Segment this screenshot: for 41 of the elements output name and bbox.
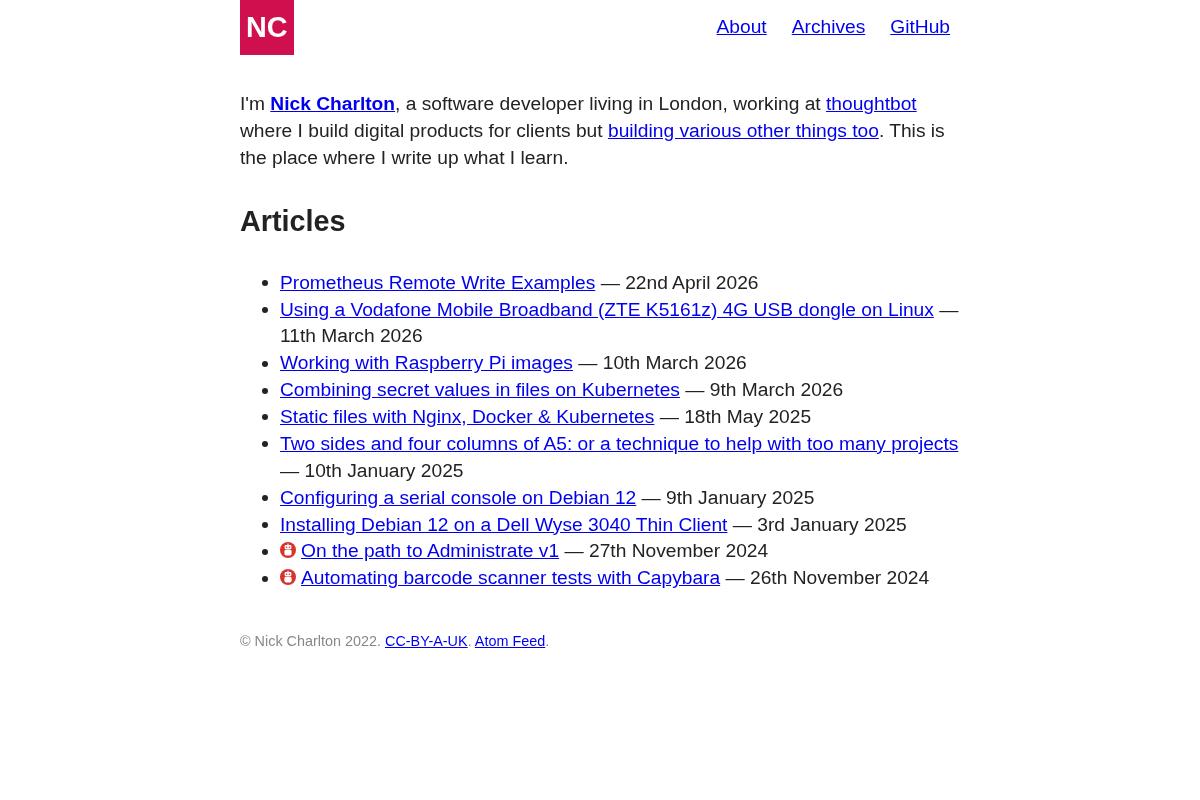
article-link[interactable]: Automating barcode scanner tests with Capybara — [301, 567, 721, 589]
footer-link[interactable]: CC-BY-A-UK — [385, 633, 468, 650]
article-entry: Automating barcode scanner tests with Capybara — 26th November 2024 — [280, 565, 960, 593]
article-entry: Working with Raspberry Pi images — 10th March 2026 — [280, 351, 748, 376]
text-link[interactable]: thoughtbot — [825, 93, 917, 114]
article-entry: Using a Vodafone Mobile Broadband (ZTE K5161z) 4G USB dongle on Linux — 11th March 2026 — [280, 297, 960, 349]
bullet-icon — [262, 280, 268, 287]
article-entry: Static files with Nginx, Docker & Kubernetes — 18th May 2025 — [280, 405, 813, 429]
article-link[interactable]: Installing Debian 12 on a Dell Wyse 3040 Thin Client — [280, 513, 728, 535]
article-entry: Installing Debian 12 on a Dell Wyse 3040 Thin Client — 3rd January 2025 — [280, 512, 908, 537]
nav-link[interactable]: GitHub — [890, 14, 950, 41]
bullet-icon — [262, 521, 268, 528]
bullet-icon — [262, 360, 268, 367]
article-link[interactable]: Prometheus Remote Write Examples — [280, 271, 596, 293]
site-logo[interactable]: NC — [240, 0, 294, 55]
article-entry: On the path to Administrate v1 — 27th November 2024 — [280, 538, 960, 566]
article-link[interactable]: Static files with Nginx, Docker & Kubernetes — [280, 406, 655, 427]
bullet-icon — [262, 306, 268, 313]
article-link[interactable]: On the path to Administrate v1 — [301, 540, 560, 562]
article-entry: Prometheus Remote Write Examples — 22nd April 2026 — [280, 270, 760, 295]
bullet-icon — [262, 548, 268, 555]
article-link[interactable]: Working with Raspberry Pi images — [280, 352, 573, 374]
nav-link[interactable]: Archives — [791, 14, 866, 41]
bullet-icon — [262, 441, 268, 448]
article-entry: Combining secret values in files on Kubernetes — 9th March 2026 — [280, 378, 845, 403]
footer-text: © Nick Charlton 2022. CC-BY-A-UK. Atom Feed. — [240, 632, 551, 652]
bullet-icon — [262, 387, 268, 394]
nav-link[interactable]: About — [716, 14, 767, 41]
article-link[interactable]: Combining secret values in files on Kubernetes — [280, 379, 680, 401]
bullet-icon — [262, 575, 268, 582]
bullet-icon — [262, 414, 268, 421]
article-link[interactable]: Two sides and four columns of A5: or a technique to help with too many projects — [280, 432, 959, 454]
article-entry: Configuring a serial console on Debian 12 — 9th January 2025 — [280, 485, 816, 510]
article-entry: Two sides and four columns of A5: or a technique to help with too many projects — 10th January 2025 — [280, 431, 960, 483]
intro-paragraph: I'm Nick Charlton, a software developer living in London, working at thoughtbot where I build digital products for clients but building various other things too. This is the place where I write up what I learn. — [240, 92, 946, 170]
name-link[interactable]: Nick Charlton — [270, 93, 396, 114]
bullet-icon — [262, 495, 268, 502]
text-link[interactable]: building various other things too — [607, 119, 879, 141]
article-link[interactable]: Configuring a serial console on Debian 12 — [280, 486, 637, 508]
article-link[interactable]: Using a Vodafone Mobile Broadband (ZTE K5161z) 4G USB dongle on Linux — [280, 298, 934, 320]
articles-heading: Articles — [240, 204, 347, 238]
